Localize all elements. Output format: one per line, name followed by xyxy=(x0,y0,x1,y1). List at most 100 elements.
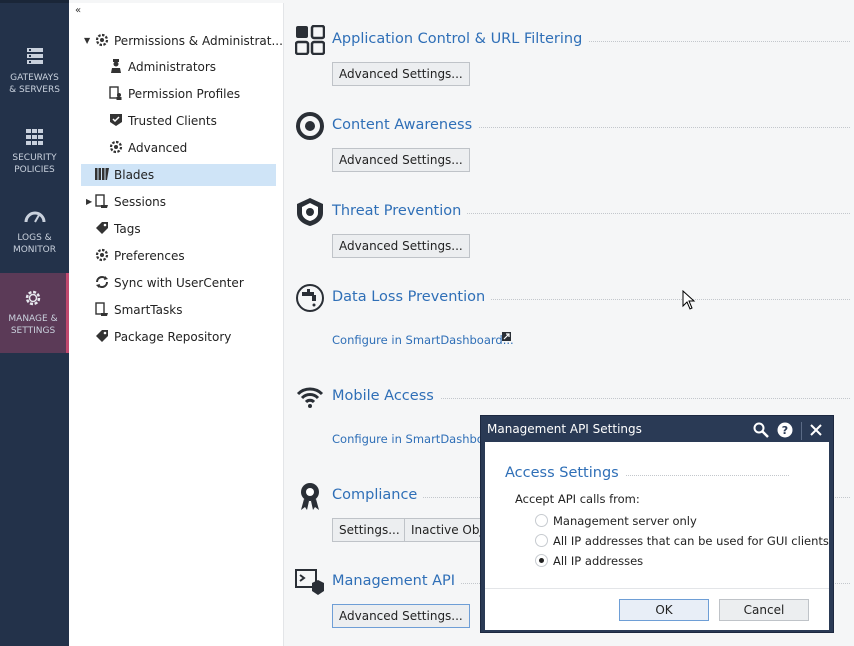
close-icon[interactable] xyxy=(809,423,823,437)
footer-divider xyxy=(485,588,829,589)
expand-arrow-icon[interactable]: ▼ xyxy=(84,30,90,52)
cancel-button[interactable]: Cancel xyxy=(719,599,809,621)
nav-label-line2: SETTINGS xyxy=(10,326,56,336)
gateways-icon xyxy=(26,48,43,64)
blade-title: Application Control & URL Filtering xyxy=(332,31,589,47)
app-control-icon xyxy=(295,25,325,55)
content-awareness-icon xyxy=(296,112,324,140)
gear-icon xyxy=(109,140,123,154)
tree-item-sync-usercenter[interactable]: Sync with UserCenter xyxy=(95,272,244,294)
tree-item-blades[interactable]: Blades xyxy=(81,164,276,186)
nav-gateways-servers[interactable]: GATEWAYS & SERVERS xyxy=(0,48,69,128)
tree-item-preferences[interactable]: Preferences xyxy=(95,245,185,267)
blade-data-loss-prevention: Data Loss Prevention Configure in SmartD… xyxy=(295,283,850,363)
access-settings-heading: Access Settings xyxy=(505,465,625,481)
blade-application-control: Application Control & URL Filtering Adva… xyxy=(295,25,850,95)
help-icon[interactable]: ? xyxy=(777,422,793,438)
shield-icon xyxy=(297,198,323,226)
tree-item-label: Advanced xyxy=(128,141,188,155)
tree-item-sessions[interactable]: ▶ Sessions xyxy=(86,191,167,213)
nav-security-policies[interactable]: SECURITY POLICIES xyxy=(0,128,69,208)
content-awareness-advanced-settings-button[interactable]: Advanced Settings... xyxy=(332,148,470,172)
blade-title: Compliance xyxy=(332,487,424,503)
gauge-icon xyxy=(24,211,45,223)
nav-label-line2: MONITOR xyxy=(12,245,57,255)
compliance-ribbon-icon xyxy=(301,483,319,510)
tree-item-permission-profiles[interactable]: Permission Profiles xyxy=(109,83,240,105)
collapse-panel-button[interactable]: « xyxy=(75,5,81,16)
dialog-body: Access Settings Accept API calls from: M… xyxy=(485,442,829,630)
trusted-clients-icon xyxy=(110,114,122,126)
radio-label: All IP addresses xyxy=(553,554,644,568)
policies-icon xyxy=(25,129,43,145)
svg-text:?: ? xyxy=(782,424,788,437)
app-control-advanced-settings-button[interactable]: Advanced Settings... xyxy=(332,62,470,86)
external-link-icon[interactable] xyxy=(502,332,511,341)
blade-title: Management API xyxy=(332,573,462,589)
dialog-title-actions: ? xyxy=(751,420,827,440)
tag-icon xyxy=(96,222,108,234)
blade-title: Threat Prevention xyxy=(332,203,468,219)
wifi-icon xyxy=(296,387,324,408)
management-api-advanced-settings-button[interactable]: Advanced Settings... xyxy=(332,604,470,628)
tree-item-trusted-clients[interactable]: Trusted Clients xyxy=(109,110,217,132)
mouse-cursor-icon xyxy=(682,290,696,310)
tree-item-label: Permissions & Administrat... xyxy=(114,34,283,48)
tree-item-permissions[interactable]: ▼ Permissions & Administrat... xyxy=(84,30,283,52)
tree-item-tags[interactable]: Tags xyxy=(95,218,141,240)
tree-item-label: SmartTasks xyxy=(114,303,183,317)
tree-item-package-repository[interactable]: Package Repository xyxy=(95,326,231,348)
blade-title: Mobile Access xyxy=(332,388,440,404)
gear-icon xyxy=(95,33,109,47)
sync-icon xyxy=(96,276,108,288)
sessions-icon xyxy=(95,194,108,208)
tree-item-label: Package Repository xyxy=(114,330,232,344)
administrator-icon xyxy=(111,59,121,73)
tree-item-smarttasks[interactable]: SmartTasks xyxy=(95,299,182,321)
radio-all-ip-addresses[interactable] xyxy=(535,554,548,567)
threat-prevention-advanced-settings-button[interactable]: Advanced Settings... xyxy=(332,234,470,258)
blade-threat-prevention: Threat Prevention Advanced Settings... xyxy=(295,197,850,267)
nav-manage-settings[interactable]: MANAGE & SETTINGS xyxy=(0,273,69,353)
radio-label: Management server only xyxy=(553,514,697,528)
dlp-configure-smartdashboard-link[interactable]: Configure in SmartDashboard... xyxy=(332,333,514,347)
dialog-title: Management API Settings xyxy=(487,422,642,436)
nav-label-line2: POLICIES xyxy=(14,165,55,175)
tree-item-administrators[interactable]: Administrators xyxy=(109,56,216,78)
left-navigation: GATEWAYS & SERVERS SECURITY POLICIES LOG… xyxy=(0,0,69,646)
gear-icon xyxy=(25,290,41,306)
gear-icon xyxy=(95,248,109,262)
management-api-settings-dialog: Management API Settings ? Access Setting… xyxy=(480,415,834,633)
tag-icon xyxy=(96,330,108,342)
radio-gui-clients-ips[interactable] xyxy=(535,534,548,547)
nav-label-line1: LOGS & xyxy=(17,233,52,243)
ok-button[interactable]: OK xyxy=(619,599,709,621)
settings-tree: « ▼ Permissions & Administrat... Adminis… xyxy=(69,3,284,646)
blade-title: Content Awareness xyxy=(332,117,479,133)
nav-label-line1: SECURITY xyxy=(12,153,57,163)
nav-top-bar xyxy=(0,0,69,3)
data-loss-prevention-icon xyxy=(296,284,324,312)
management-api-icon xyxy=(295,569,324,595)
search-icon[interactable] xyxy=(753,422,769,438)
title-separator xyxy=(801,422,802,440)
radio-management-server-only[interactable] xyxy=(535,514,548,527)
nav-label-line2: & SERVERS xyxy=(9,85,60,95)
tree-item-label: Administrators xyxy=(128,60,217,74)
radio-label: All IP addresses that can be used for GU… xyxy=(553,534,829,548)
tree-item-label: Blades xyxy=(114,168,155,182)
nav-label-line1: GATEWAYS xyxy=(10,73,59,83)
tree-item-label: Sessions xyxy=(114,195,167,209)
nav-label-line1: MANAGE & xyxy=(8,314,58,324)
tree-item-label: Tags xyxy=(114,222,141,236)
tree-item-advanced[interactable]: Advanced xyxy=(109,137,187,159)
profile-icon xyxy=(109,86,122,100)
compliance-settings-button[interactable]: Settings... xyxy=(332,518,407,542)
blades-icon xyxy=(95,168,109,180)
expand-arrow-icon[interactable]: ▶ xyxy=(86,191,92,213)
tree-item-label: Permission Profiles xyxy=(128,87,241,101)
smarttasks-icon xyxy=(95,302,108,316)
tree-item-label: Preferences xyxy=(114,249,185,263)
blade-content-awareness: Content Awareness Advanced Settings... xyxy=(295,111,850,181)
tree-item-label: Trusted Clients xyxy=(128,114,217,128)
